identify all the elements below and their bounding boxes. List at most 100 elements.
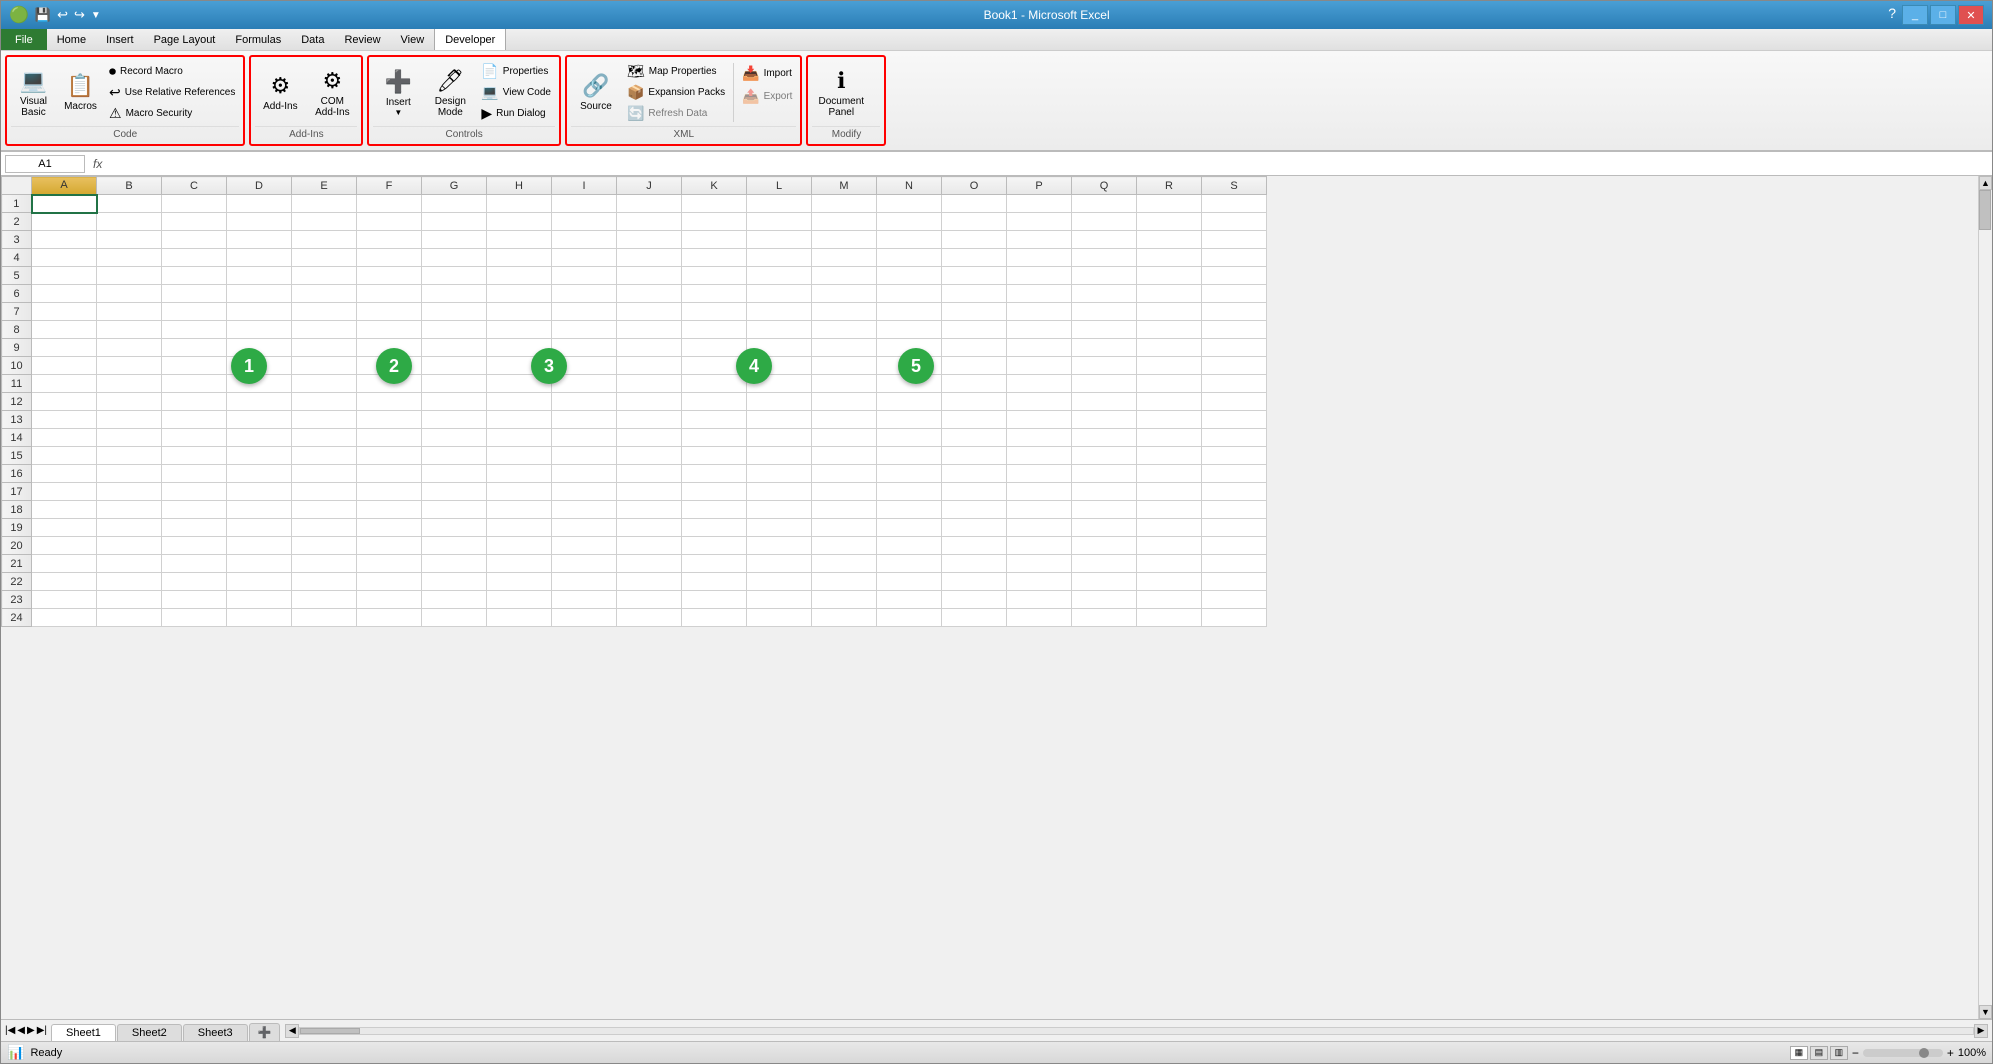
col-header-B[interactable]: B (97, 177, 162, 195)
zoom-out-button[interactable]: − (1852, 1046, 1859, 1060)
cell-Q15[interactable] (1072, 447, 1137, 465)
cell-P9[interactable] (1007, 339, 1072, 357)
cell-A14[interactable] (32, 429, 97, 447)
quick-access-save[interactable]: 💾 (35, 7, 51, 23)
sheet-nav-last[interactable]: ▶| (37, 1025, 47, 1036)
cell-O3[interactable] (942, 231, 1007, 249)
cell-S17[interactable] (1202, 483, 1267, 501)
menu-developer[interactable]: Developer (434, 29, 506, 50)
cell-R20[interactable] (1137, 537, 1202, 555)
visual-basic-button[interactable]: 💻 VisualBasic (11, 59, 56, 126)
cell-N8[interactable] (877, 321, 942, 339)
cell-G19[interactable] (422, 519, 487, 537)
cell-P16[interactable] (1007, 465, 1072, 483)
row-header-2[interactable]: 2 (2, 213, 32, 231)
cell-A18[interactable] (32, 501, 97, 519)
addins-button[interactable]: ⚙ Add-Ins (255, 59, 305, 126)
cell-R17[interactable] (1137, 483, 1202, 501)
cell-P2[interactable] (1007, 213, 1072, 231)
cell-I22[interactable] (552, 573, 617, 591)
cell-E20[interactable] (292, 537, 357, 555)
cell-J21[interactable] (617, 555, 682, 573)
cell-N22[interactable] (877, 573, 942, 591)
cell-I17[interactable] (552, 483, 617, 501)
cell-M4[interactable] (812, 249, 877, 267)
cell-K23[interactable] (682, 591, 747, 609)
cell-C16[interactable] (162, 465, 227, 483)
cell-E9[interactable] (292, 339, 357, 357)
cell-D6[interactable] (227, 285, 292, 303)
sheet-nav-prev[interactable]: ◀ (17, 1025, 25, 1036)
page-break-view-button[interactable]: ▥ (1830, 1046, 1848, 1060)
cell-O21[interactable] (942, 555, 1007, 573)
row-header-19[interactable]: 19 (2, 519, 32, 537)
menu-data[interactable]: Data (291, 29, 334, 50)
cell-G3[interactable] (422, 231, 487, 249)
cell-Q17[interactable] (1072, 483, 1137, 501)
cell-A21[interactable] (32, 555, 97, 573)
cell-I7[interactable] (552, 303, 617, 321)
cell-A2[interactable] (32, 213, 97, 231)
cell-K7[interactable] (682, 303, 747, 321)
import-button[interactable]: 📥 Import (738, 63, 796, 84)
vertical-scrollbar[interactable]: ▲ ▼ (1978, 176, 1992, 1019)
cell-R18[interactable] (1137, 501, 1202, 519)
cell-S19[interactable] (1202, 519, 1267, 537)
cell-G4[interactable] (422, 249, 487, 267)
cell-J15[interactable] (617, 447, 682, 465)
cell-L1[interactable] (747, 195, 812, 213)
run-dialog-button[interactable]: ▶ Run Dialog (477, 103, 555, 124)
cell-G9[interactable] (422, 339, 487, 357)
cell-B23[interactable] (97, 591, 162, 609)
cell-R15[interactable] (1137, 447, 1202, 465)
cell-H3[interactable] (487, 231, 552, 249)
cell-L24[interactable] (747, 609, 812, 627)
cell-G24[interactable] (422, 609, 487, 627)
cell-P7[interactable] (1007, 303, 1072, 321)
menu-page-layout[interactable]: Page Layout (144, 29, 226, 50)
cell-O24[interactable] (942, 609, 1007, 627)
cell-K6[interactable] (682, 285, 747, 303)
row-header-16[interactable]: 16 (2, 465, 32, 483)
cell-I20[interactable] (552, 537, 617, 555)
cell-C8[interactable] (162, 321, 227, 339)
cell-H7[interactable] (487, 303, 552, 321)
cell-P18[interactable] (1007, 501, 1072, 519)
sheet-nav-first[interactable]: |◀ (5, 1025, 15, 1036)
cell-K15[interactable] (682, 447, 747, 465)
cell-E3[interactable] (292, 231, 357, 249)
cell-I6[interactable] (552, 285, 617, 303)
row-header-3[interactable]: 3 (2, 231, 32, 249)
cell-H17[interactable] (487, 483, 552, 501)
cell-F12[interactable] (357, 393, 422, 411)
row-header-5[interactable]: 5 (2, 267, 32, 285)
cell-E2[interactable] (292, 213, 357, 231)
cell-B9[interactable] (97, 339, 162, 357)
cell-C1[interactable] (162, 195, 227, 213)
cell-D24[interactable] (227, 609, 292, 627)
record-macro-button[interactable]: ⏺ Record Macro (105, 61, 239, 82)
cell-N14[interactable] (877, 429, 942, 447)
cell-E24[interactable] (292, 609, 357, 627)
cell-R7[interactable] (1137, 303, 1202, 321)
cell-E15[interactable] (292, 447, 357, 465)
menu-view[interactable]: View (391, 29, 435, 50)
cell-H24[interactable] (487, 609, 552, 627)
cell-K24[interactable] (682, 609, 747, 627)
com-addins-button[interactable]: ⚙ COMAdd-Ins (307, 59, 357, 126)
cell-E13[interactable] (292, 411, 357, 429)
cell-K20[interactable] (682, 537, 747, 555)
cell-P22[interactable] (1007, 573, 1072, 591)
cell-F21[interactable] (357, 555, 422, 573)
cell-P12[interactable] (1007, 393, 1072, 411)
cell-Q4[interactable] (1072, 249, 1137, 267)
cell-R4[interactable] (1137, 249, 1202, 267)
cell-E23[interactable] (292, 591, 357, 609)
cell-K11[interactable] (682, 375, 747, 393)
cell-K19[interactable] (682, 519, 747, 537)
cell-H20[interactable] (487, 537, 552, 555)
cell-E8[interactable] (292, 321, 357, 339)
cell-G14[interactable] (422, 429, 487, 447)
cell-S8[interactable] (1202, 321, 1267, 339)
cell-O12[interactable] (942, 393, 1007, 411)
